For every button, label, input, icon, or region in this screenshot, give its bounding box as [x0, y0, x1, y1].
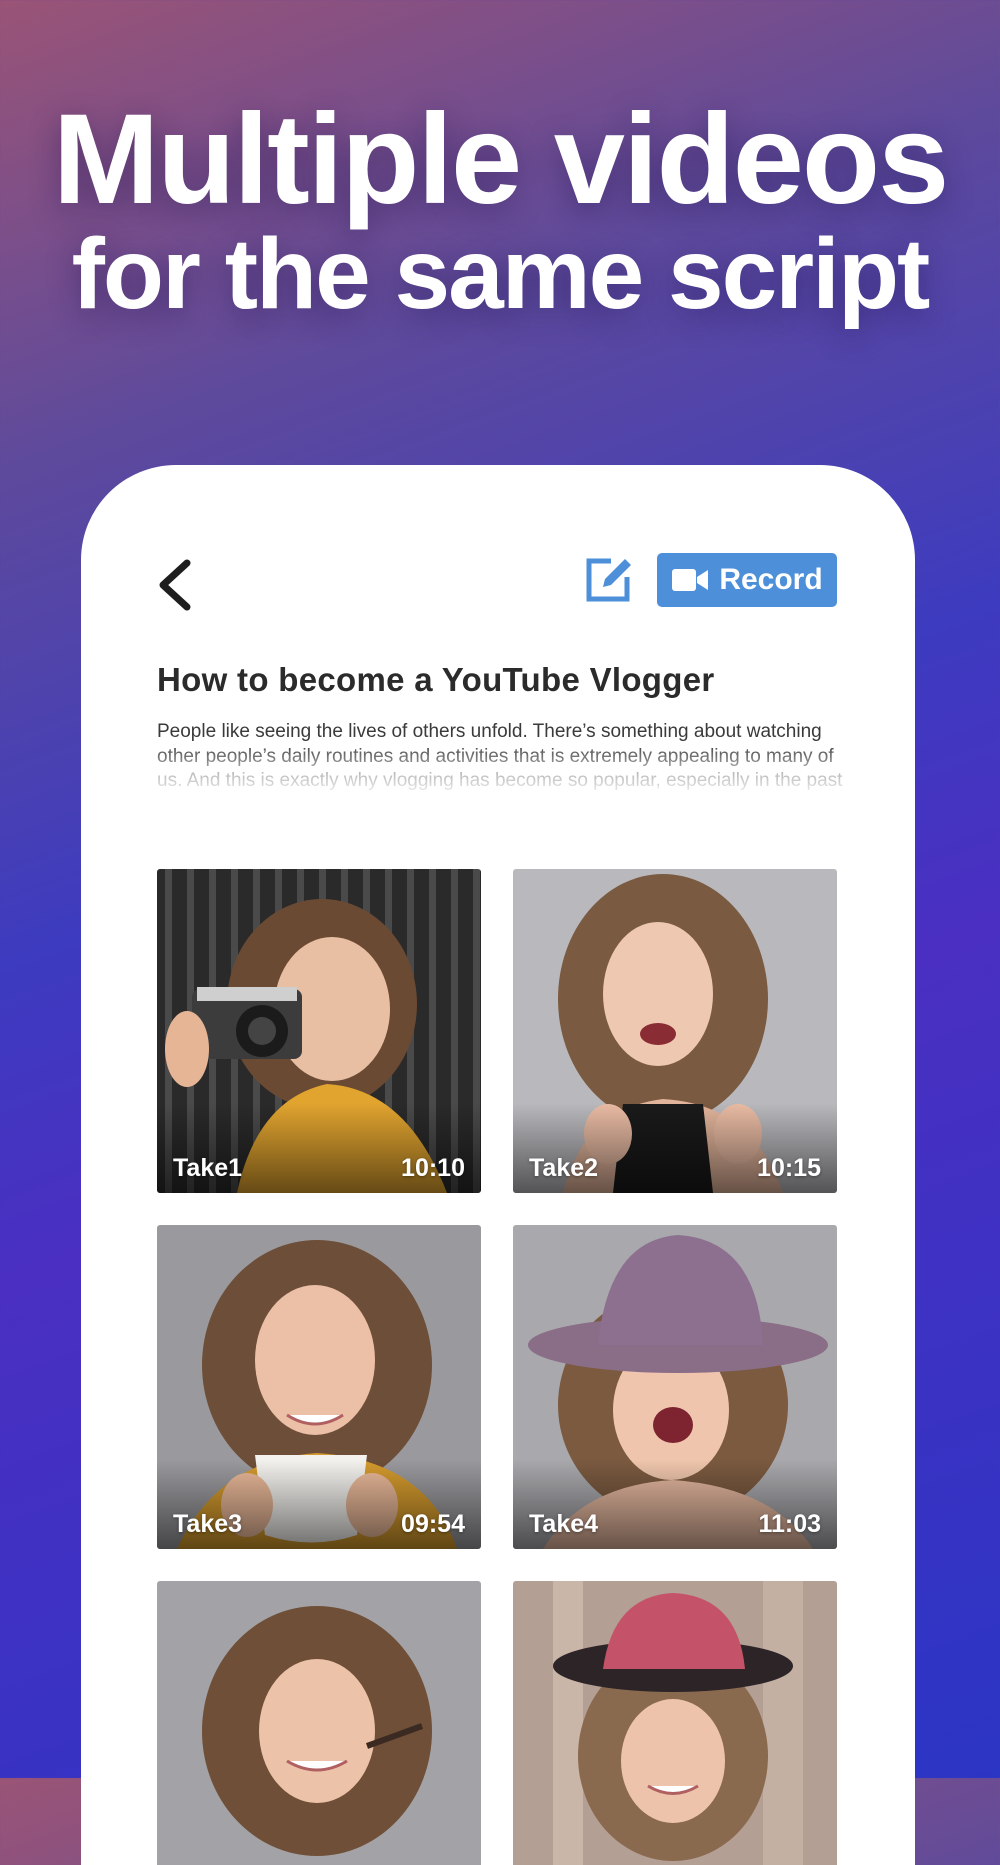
take-thumbnail-image — [513, 1581, 837, 1865]
take-tile[interactable]: Take1 10:10 — [157, 869, 481, 1193]
headline-line-2: for the same script — [71, 218, 931, 330]
take-name: Take4 — [529, 1510, 599, 1538]
chevron-left-icon[interactable] — [153, 557, 197, 613]
edit-icon[interactable] — [583, 555, 633, 605]
headline: Multiple videos for the same script — [0, 88, 1000, 330]
take-duration: 09:54 — [401, 1510, 465, 1538]
headline-line-1: Multiple videos — [52, 88, 950, 231]
take-name: Take3 — [173, 1510, 243, 1538]
take-tile[interactable] — [513, 1581, 837, 1865]
take-tile[interactable]: Take2 10:15 — [513, 869, 837, 1193]
script-title: How to become a YouTube Vlogger — [157, 661, 715, 698]
record-button-label: Record — [719, 563, 823, 596]
take-duration: 10:10 — [401, 1154, 465, 1182]
record-button[interactable]: Record — [657, 553, 837, 607]
phone-screen: Record How to become a YouTube Vlogger P… — [81, 465, 915, 1865]
take-name: Take2 — [529, 1154, 599, 1182]
take-thumbnail-image — [157, 1581, 481, 1865]
take-tile[interactable]: Take3 09:54 — [157, 1225, 481, 1549]
take-tile[interactable] — [157, 1581, 481, 1865]
take-duration: 11:03 — [758, 1510, 821, 1538]
take-name: Take1 — [173, 1154, 243, 1182]
script-body: People like seeing the lives of others u… — [157, 721, 843, 796]
video-camera-icon — [672, 569, 709, 591]
take-duration: 10:15 — [757, 1154, 821, 1182]
take-tile[interactable]: Take4 11:03 — [513, 1225, 837, 1549]
